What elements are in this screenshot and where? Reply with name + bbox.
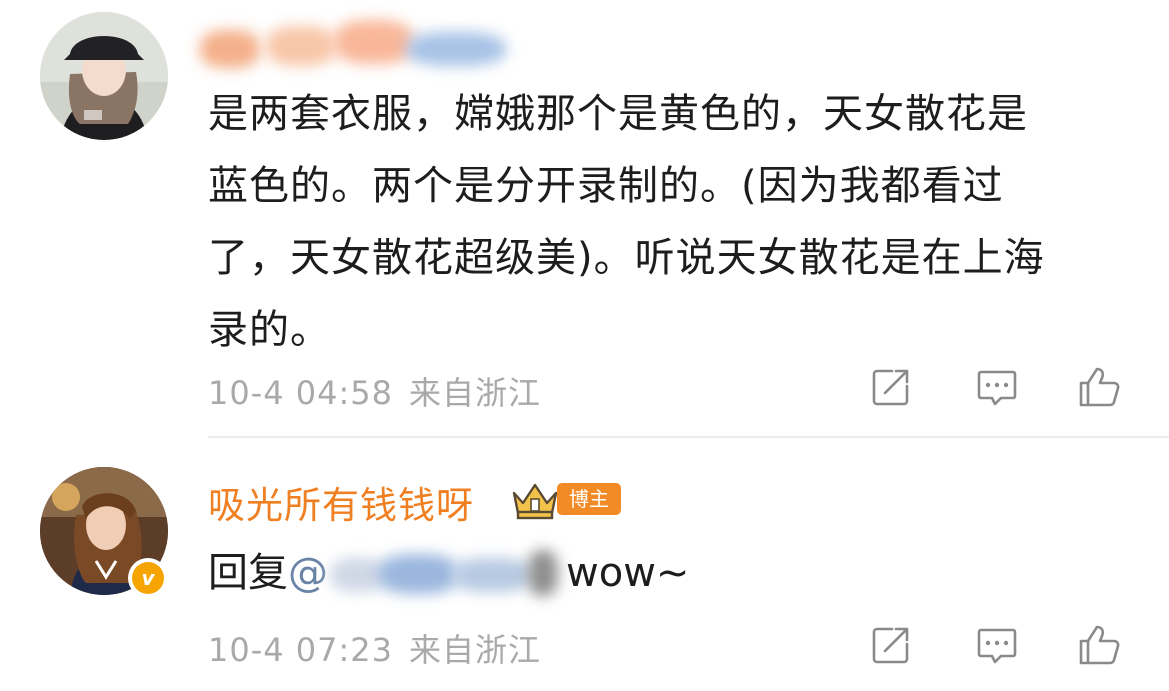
reply-prefix: 回复 [208,550,288,596]
comment-button[interactable] [974,622,1020,668]
comment-actions [868,622,1128,668]
location: 来自浙江 [409,631,542,669]
share-button[interactable] [868,364,914,410]
like-button[interactable] [1076,364,1122,410]
comment-text-line: 是两套衣服，嫦娥那个是黄色的，天女散花是 [208,91,1028,137]
username[interactable]: 吸光所有钱钱呀 [208,475,474,529]
comment-meta: 10-4 07:23 来自浙江 [208,625,541,671]
thumbs-up-icon [1079,367,1120,407]
location: 来自浙江 [409,374,542,412]
comment-text-line: 蓝色的。两个是分开录制的。(因为我都看过 [208,163,1004,209]
comment-text-line: 了，天女散花超级美)。听说天女散花是在上海 [208,235,1045,281]
reply-suffix: wow~ [566,550,690,596]
crown-icon [512,483,558,520]
share-icon [872,369,909,406]
avatar[interactable] [40,12,168,140]
verified-icon: v [132,562,164,594]
like-button[interactable] [1076,622,1122,668]
timestamp: 10-4 04:58 [208,374,394,412]
comment-text: 是两套衣服，嫦娥那个是黄色的，天女散花是 蓝色的。两个是分开录制的。(因为我都看… [208,78,1128,366]
share-button[interactable] [868,622,914,668]
comment-item: 是两套衣服，嫦娥那个是黄色的，天女散花是 蓝色的。两个是分开录制的。(因为我都看… [0,0,1169,438]
comment-icon [977,628,1017,664]
thumbs-up-icon [1079,625,1120,665]
comment-actions [868,364,1128,410]
blogger-badge: 博主 [557,483,621,515]
comment-item: v 吸光所有钱钱呀 博主 回复@ wow~ 10-4 07:23 来自浙江 [0,437,1169,691]
reply-text: 回复@ wow~ [208,537,689,609]
mention-link[interactable]: @ [288,550,328,596]
comment-icon [977,370,1017,406]
comment-meta: 10-4 04:58 来自浙江 [208,368,541,414]
timestamp: 10-4 07:23 [208,631,394,669]
mention-redacted[interactable] [328,550,566,600]
comment-button[interactable] [974,364,1020,410]
comment-text-line: 录的。 [208,307,331,353]
share-icon [872,627,909,664]
username-redacted[interactable] [196,18,516,76]
verified-badge: v [128,558,168,598]
